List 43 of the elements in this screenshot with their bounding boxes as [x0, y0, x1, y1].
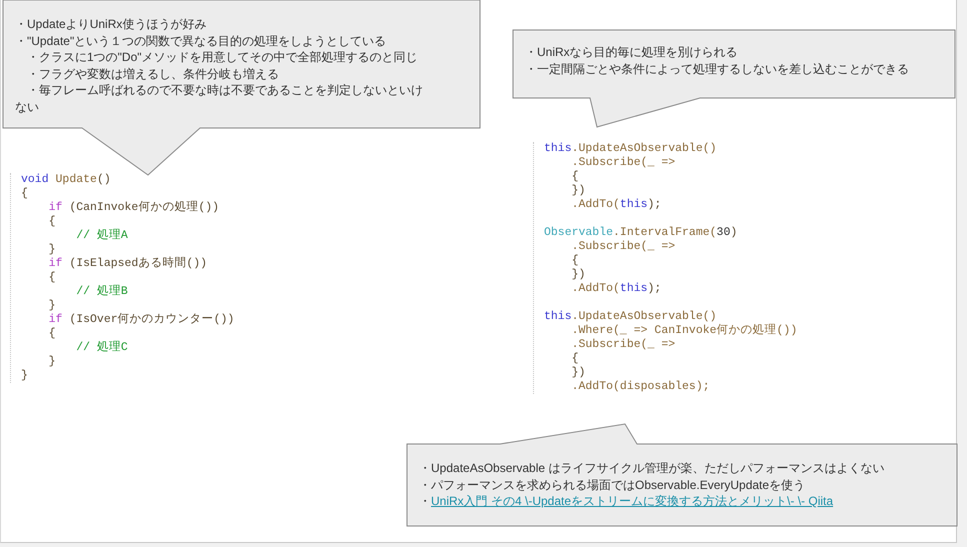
code-line: { [570, 254, 579, 268]
callout-text: ・UpdateAsObservable はライフサイクル管理が楽、ただしパフォーマンスはよくない [419, 460, 884, 476]
code-line: { [48, 215, 56, 229]
code-line: { [21, 187, 28, 201]
code-line: if (CanInvoke何かの処理()) [48, 201, 220, 215]
code-line: .AddTo(this); [570, 282, 662, 296]
code-line: { [570, 170, 579, 184]
callout-text: ・クラスに1つの"Do"メソッドを用意してその中で全部処理するのと同じ [26, 49, 418, 66]
code-line: // 処理C [75, 341, 128, 355]
code-line: }) [570, 366, 586, 380]
code-line: } [48, 243, 56, 257]
callout-text: ・パフォーマンスを求められる場面ではObservable.EveryUpdateを使う [419, 476, 806, 493]
code-line: // 処理B [75, 285, 128, 299]
code-line: this.UpdateAsObservable() [544, 142, 717, 156]
callout-text: ・フラグや変数は増えるし、条件分岐も増える [26, 66, 279, 82]
callout-text: ・"Update"という１つの関数で異なる目的の処理をしようとしている [15, 32, 386, 49]
callout-text: ない [15, 98, 39, 115]
code-line: void Update() [21, 173, 111, 187]
callout-text: ・UpdateよりUniRx使うほうが好み [15, 16, 206, 32]
code-line: // 処理A [75, 229, 128, 243]
code-line: { [48, 271, 56, 285]
code-line: { [570, 352, 579, 366]
code-line: this.UpdateAsObservable() [544, 310, 717, 324]
code-line: }) [570, 268, 586, 282]
code-line: } [48, 299, 56, 313]
code-line: if (IsOver何かのカウンター()) [48, 313, 234, 327]
code-line: .AddTo(disposables); [570, 380, 710, 394]
code-line: Observable.IntervalFrame(30) [544, 226, 738, 240]
code-line: } [48, 355, 56, 369]
bullet-text: ・ [419, 493, 431, 510]
code-line: { [48, 327, 56, 341]
callout-text: ・毎フレーム呼ばれるので不要な時は不要であることを判定しないといけ [26, 82, 423, 98]
code-line: }) [570, 184, 586, 198]
callout-text: ・UniRxなら目的毎に処理を別けられる [525, 44, 738, 60]
code-line: .AddTo(this); [570, 198, 662, 212]
callout-text: ・一定間隔ごとや条件によって処理するしないを差し込むことができる [525, 60, 909, 77]
article-link[interactable]: UniRx入門 その4 \-Updateをストリームに変換する方法とメリット\- \- Qiita [431, 493, 834, 510]
code-line: .Where(_ => CanInvoke何かの処理()) [570, 324, 798, 338]
code-line: .Subscribe(_ => [570, 240, 676, 254]
code-line: .Subscribe(_ => [570, 156, 676, 170]
code-line: if (IsElapsedある時間()) [48, 257, 208, 271]
code-line: .Subscribe(_ => [570, 338, 676, 352]
code-line: } [21, 369, 28, 383]
